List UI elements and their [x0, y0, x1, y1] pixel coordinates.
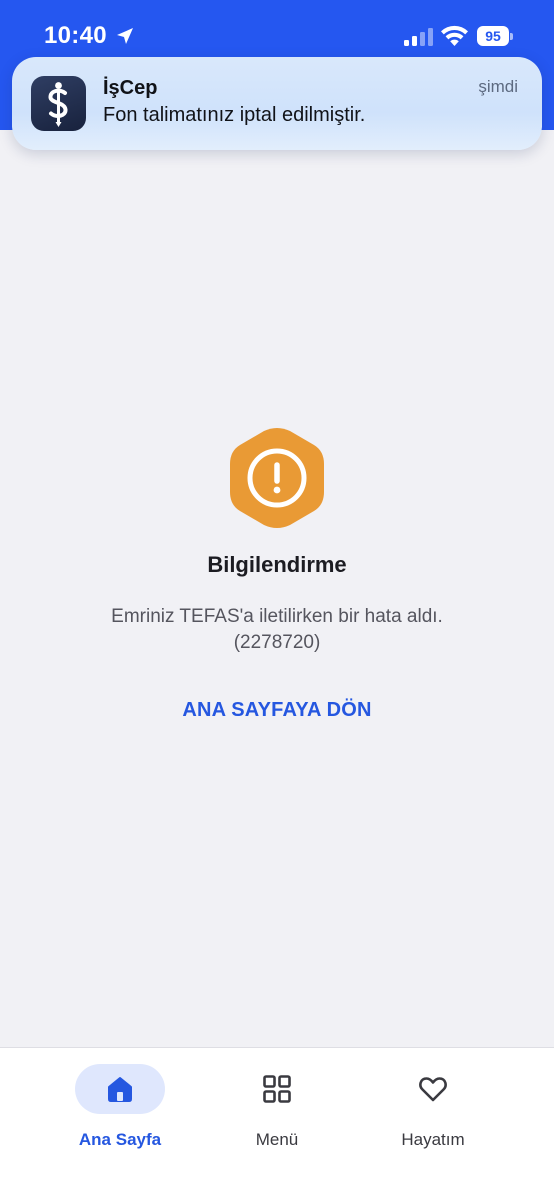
battery-level: 95: [477, 26, 509, 46]
grid-icon: [263, 1075, 291, 1103]
notification-time: şimdi: [478, 77, 518, 96]
nav-label-home: Ana Sayfa: [78, 1130, 162, 1149]
iscep-app-icon: [31, 76, 86, 131]
bottom-navigation: Ana Sayfa Menü Hayatım: [0, 1047, 554, 1200]
cellular-signal-icon: [404, 28, 433, 46]
nav-label-hayatim: Hayatım: [401, 1130, 465, 1149]
notification-message: Fon talimatınız iptal edilmiştir.: [103, 104, 366, 126]
warning-icon: [230, 428, 324, 528]
error-message-text: Emriniz TEFAS'a iletilirken bir hata ald…: [111, 606, 443, 627]
push-notification[interactable]: İşCep şimdi Fon talimatınız iptal edilmi…: [12, 57, 542, 150]
status-time: 10:40: [44, 22, 107, 49]
nav-item-hayatim[interactable]: Hayatım: [358, 1048, 508, 1168]
info-title: Bilgilendirme: [207, 552, 347, 577]
error-code: (2278720): [233, 632, 321, 653]
notification-app-name: İşCep: [103, 77, 158, 99]
iscep-logo-icon: [48, 82, 68, 127]
error-message: Emriniz TEFAS'a iletilirken bir hata ald…: [40, 604, 514, 656]
nav-item-menu[interactable]: Menü: [202, 1048, 352, 1168]
nav-item-home[interactable]: Ana Sayfa: [45, 1048, 195, 1168]
location-arrow-icon: [117, 28, 133, 44]
heart-icon: [419, 1077, 447, 1102]
battery-tip: [510, 33, 513, 40]
battery-indicator: 95: [477, 26, 513, 46]
wifi-icon: [441, 25, 468, 46]
nav-label-menu: Menü: [255, 1130, 299, 1149]
return-home-button[interactable]: ANA SAYFAYA DÖN: [127, 699, 427, 722]
home-icon: [108, 1077, 132, 1102]
